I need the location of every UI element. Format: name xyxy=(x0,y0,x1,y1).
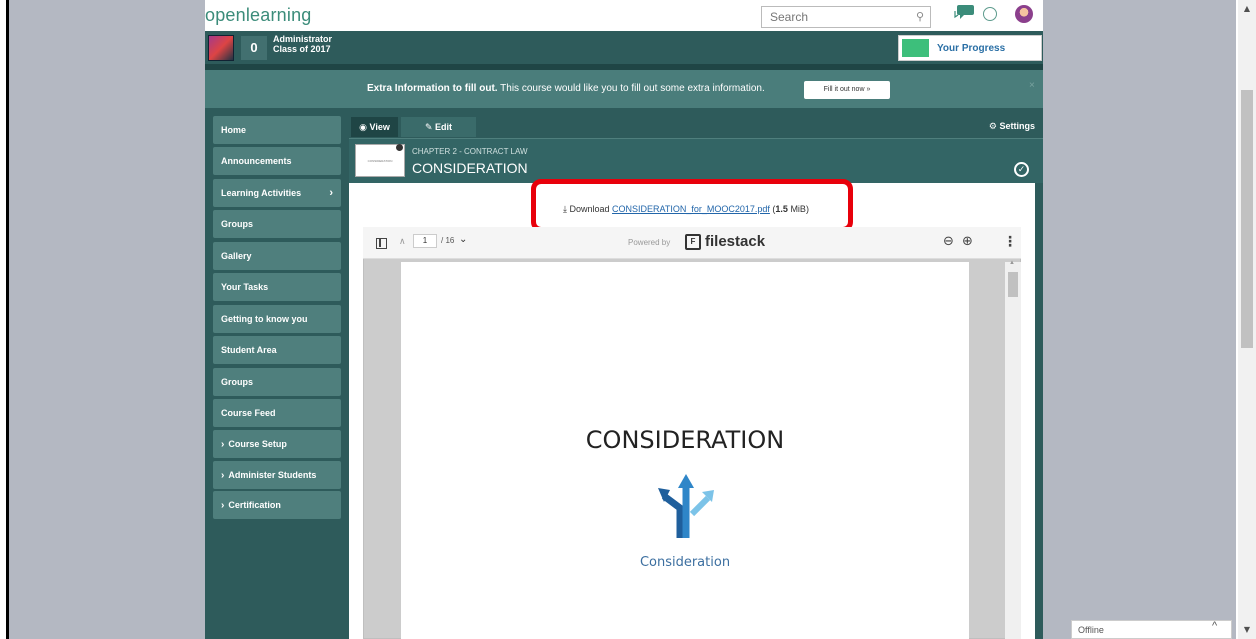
window-edge xyxy=(0,0,9,639)
chevron-right-icon: › xyxy=(221,470,225,481)
user-class: Class of 2017 xyxy=(273,44,331,54)
sidebar-item-course-feed[interactable]: Course Feed xyxy=(213,399,341,427)
user-bar: 0 Administrator Class of 2017 Your Progr… xyxy=(205,31,1043,64)
chevron-right-icon: › xyxy=(221,439,225,450)
page-title: CONSIDERATION xyxy=(412,160,528,176)
progress-button[interactable]: Your Progress xyxy=(898,35,1042,61)
tab-view[interactable]: ◉ View xyxy=(351,117,398,137)
globe-icon[interactable] xyxy=(983,7,997,21)
page-margin-right xyxy=(1043,0,1236,639)
zoom-out-icon[interactable]: ⊖ xyxy=(943,233,954,249)
chevron-right-icon: › xyxy=(329,187,333,199)
chat-notifications-icon[interactable] xyxy=(953,3,975,21)
chevron-up-icon[interactable]: ^ xyxy=(1212,620,1217,632)
completed-check-icon[interactable]: ✓ xyxy=(1014,162,1029,177)
sidebar-item-learning-activities[interactable]: Learning Activities › xyxy=(213,179,341,207)
close-icon[interactable]: × xyxy=(1029,80,1035,91)
pdf-scrollbar[interactable] xyxy=(1005,262,1021,639)
filestack-brand: filestack xyxy=(705,233,766,250)
pdf-scroll-up-icon[interactable]: ▲ xyxy=(1009,260,1015,266)
powered-by-label: Powered by xyxy=(628,238,671,247)
sidebar-item-groups-2[interactable]: Groups xyxy=(213,368,341,396)
gear-icon: ⚙ xyxy=(988,121,1000,131)
thumbnail-pin-icon xyxy=(396,144,403,151)
scroll-up-arrow-icon[interactable]: ▲ xyxy=(1238,0,1256,18)
sidebar-item-course-setup[interactable]: › Course Setup xyxy=(213,430,341,458)
sidebar-item-groups[interactable]: Groups xyxy=(213,210,341,238)
previous-page-icon[interactable]: ∧ xyxy=(399,236,406,247)
tab-edit[interactable]: ✎ Edit xyxy=(401,117,476,137)
chapter-label: CHAPTER 2 - CONTRACT LAW xyxy=(412,147,528,156)
user-role: Administrator xyxy=(273,34,333,44)
pdf-page-title: CONSIDERATION xyxy=(585,426,785,454)
pdf-page-caption: Consideration xyxy=(639,555,731,570)
pencil-icon: ✎ xyxy=(424,122,436,132)
search-icon[interactable]: ⚲ xyxy=(916,10,930,24)
progress-bar-fill xyxy=(902,39,929,57)
settings-button[interactable]: ⚙ Settings xyxy=(989,121,1035,132)
points-badge: 0 xyxy=(241,36,267,60)
page-number-input[interactable]: 1 xyxy=(413,234,437,248)
page-margin-left xyxy=(9,0,205,639)
sidebar-toggle-icon[interactable] xyxy=(376,238,387,249)
eye-icon: ◉ xyxy=(359,122,370,132)
sidebar-item-getting-to-know-you[interactable]: Getting to know you xyxy=(213,305,341,333)
chat-status-box[interactable]: Offline xyxy=(1071,620,1232,639)
progress-label: Your Progress xyxy=(937,43,1006,54)
info-banner: Extra Information to fill out. This cour… xyxy=(205,70,1043,108)
chat-status: Offline xyxy=(1078,625,1104,635)
user-avatar-menu[interactable] xyxy=(1015,5,1033,23)
filestack-logo-icon: F xyxy=(685,234,701,250)
zoom-in-icon[interactable]: ⊕ xyxy=(962,233,973,249)
chevron-right-icon: › xyxy=(221,500,225,511)
content-tabbar: ◉ View ✎ Edit ⚙ Settings xyxy=(349,116,1035,138)
fill-it-out-button[interactable]: Fill it out now » xyxy=(804,81,890,99)
sidebar-item-administer-students[interactable]: › Administer Students xyxy=(213,461,341,489)
user-name: Administrator Class of 2017 xyxy=(273,34,332,54)
more-options-icon[interactable]: ⋮ xyxy=(1003,233,1017,250)
sidebar-item-home[interactable]: Home xyxy=(213,116,341,144)
top-navbar: openlearning Search ⚲ xyxy=(205,0,1043,31)
highlight-annotation-box xyxy=(531,179,853,232)
pdf-scrollbar-thumb[interactable] xyxy=(1008,272,1018,297)
openlearning-logo[interactable]: openlearning xyxy=(205,5,312,26)
sidebar-item-your-tasks[interactable]: Your Tasks xyxy=(213,273,341,301)
banner-message: Extra Information to fill out. This cour… xyxy=(367,83,765,94)
split-arrows-icon xyxy=(658,474,714,538)
sidebar-item-certification[interactable]: › Certification xyxy=(213,491,341,519)
sidebar-item-student-area[interactable]: Student Area xyxy=(213,336,341,364)
scroll-down-arrow-icon[interactable]: ▼ xyxy=(1238,621,1256,639)
browser-scrollbar-thumb[interactable] xyxy=(1241,90,1253,348)
next-page-icon[interactable]: ⌄ xyxy=(459,234,467,245)
sidebar-item-announcements[interactable]: Announcements xyxy=(213,147,341,175)
search-input[interactable]: Search xyxy=(761,6,931,28)
sidebar-item-gallery[interactable]: Gallery xyxy=(213,242,341,270)
avatar[interactable] xyxy=(208,35,234,61)
page-total: / 16 xyxy=(441,236,455,245)
